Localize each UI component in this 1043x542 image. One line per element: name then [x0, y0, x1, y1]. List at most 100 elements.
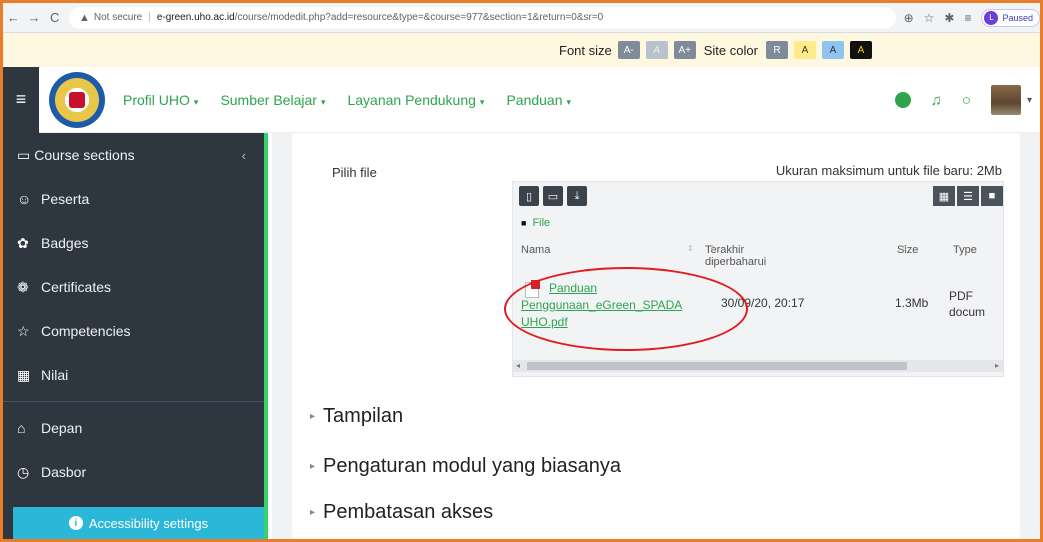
annotation-circle	[504, 267, 748, 351]
section-label: Tampilan	[323, 405, 404, 427]
file-field-label: Pilih file	[332, 165, 377, 180]
reading-list-icon[interactable]: ≡	[964, 11, 971, 25]
zoom-icon[interactable]: ⊕	[904, 11, 914, 25]
sort-icon: ⇕	[709, 244, 716, 253]
accessibility-icon: i	[68, 516, 83, 530]
section-pengaturan-modul[interactable]: ▸ Pengaturan modul yang biasanya	[310, 455, 621, 478]
sidebar-item-badges[interactable]: ✿ Badges	[3, 221, 264, 265]
view-tree-icon[interactable]: ■	[981, 186, 1003, 206]
caret-down-icon: ▾	[320, 96, 326, 107]
accessibility-settings-button[interactable]: i Accessibility settings	[13, 507, 264, 539]
expand-triangle-icon: ▸	[310, 461, 316, 473]
sidebar-item-course-sections[interactable]: ▭ Course sections ‹	[3, 133, 264, 177]
nav-profil-uho[interactable]: Profil UHO ▾	[123, 92, 198, 108]
warning-icon: ▲	[78, 11, 90, 24]
nav-panduan[interactable]: Panduan ▾	[506, 92, 571, 108]
folder-outline-icon: ▭	[17, 146, 31, 163]
certificate-icon: ❁	[17, 278, 29, 295]
sidebar-item-nilai[interactable]: ▦ Nilai	[3, 353, 264, 397]
expand-triangle-icon: ▸	[310, 507, 316, 519]
section-label: Pengaturan modul yang biasanya	[323, 455, 622, 477]
notification-bell-icon[interactable]: ♫	[931, 92, 942, 109]
sidebar-item-competencies[interactable]: ☆ Competencies	[3, 309, 264, 353]
font-increase-button[interactable]: A+	[673, 41, 696, 59]
star-icon: ☆	[17, 322, 30, 339]
file-picker-toolbar: ▯ ▭ ⤓ ▦ ☰ ■	[513, 182, 1003, 212]
url-host: e-green.uho.ac.id	[156, 12, 235, 23]
user-avatar[interactable]	[990, 85, 1021, 115]
max-size-text: Ukuran maksimum untuk file baru: 2Mb	[775, 163, 1002, 178]
back-button[interactable]: ←	[3, 10, 24, 25]
sidebar-item-depan[interactable]: ⌂ Depan	[3, 406, 264, 450]
file-type: PDF docum	[949, 288, 985, 320]
col-label: Nama	[521, 244, 551, 256]
address-separator: |	[148, 12, 151, 23]
sidebar-divider	[3, 401, 264, 402]
security-label: Not secure	[93, 12, 143, 23]
nav-links: Profil UHO ▾ Sumber Belajar ▾ Layanan Pend…	[123, 92, 571, 108]
site-logo[interactable]	[49, 71, 105, 128]
user-menu-caret-icon[interactable]: ▾	[1027, 95, 1032, 106]
sidebar-item-certificates[interactable]: ❁ Certificates	[3, 265, 264, 309]
sidebar-item-label: Badges	[41, 235, 89, 251]
language-globe-icon[interactable]	[894, 92, 911, 108]
accessibility-toolbar: Font size A- A A+ Site color R A A A	[3, 33, 1040, 67]
sidebar-item-label: Peserta	[41, 191, 90, 207]
font-reset-button[interactable]: A	[645, 41, 668, 59]
home-icon: ⌂	[17, 420, 26, 436]
color-reset-button[interactable]: R	[765, 41, 788, 59]
sidebar-item-peserta[interactable]: ☺ Peserta	[3, 177, 264, 221]
sidebar-item-label: Competencies	[41, 323, 131, 339]
section-pembatasan-akses[interactable]: ▸ Pembatasan akses	[310, 501, 493, 524]
file-picker-path: ■ File	[521, 217, 550, 229]
nav-label: Panduan	[506, 91, 563, 108]
path-label[interactable]: File	[532, 217, 550, 229]
accessibility-label: Accessibility settings	[88, 515, 209, 531]
scrollbar-thumb[interactable]	[527, 362, 907, 370]
url-path: /course/modedit.php?add=resource&type=&c…	[234, 12, 604, 23]
reload-button[interactable]: C	[44, 10, 65, 25]
gradebook-icon: ▦	[17, 366, 31, 383]
nav-sumber-belajar[interactable]: Sumber Belajar ▾	[220, 92, 325, 108]
extensions-icon[interactable]: ✱	[944, 11, 954, 25]
forward-button[interactable]: →	[24, 10, 45, 25]
nav-layanan-pendukung[interactable]: Layanan Pendukung ▾	[347, 92, 484, 108]
caret-down-icon: ▾	[479, 96, 485, 107]
nav-label: Profil UHO	[123, 91, 190, 108]
scroll-right-icon[interactable]: ▸	[995, 361, 999, 370]
color-black-button[interactable]: A	[849, 41, 872, 59]
create-folder-icon[interactable]: ▭	[543, 186, 563, 206]
horizontal-scrollbar[interactable]: ◂ ▸	[513, 360, 1003, 372]
main-content: Pilih file Ukuran maksimum untuk file ba…	[272, 133, 1040, 539]
main-navbar: ≡ Profil UHO ▾ Sumber Belajar ▾ Layanan Pe…	[3, 66, 1040, 133]
site-color-label: Site color	[703, 42, 758, 58]
dashboard-icon: ◷	[17, 463, 30, 480]
browser-toolbar: ← → C ▲ Not secure | e-green.uho.ac.id /…	[3, 3, 1040, 33]
address-bar[interactable]: ▲ Not secure | e-green.uho.ac.id /course…	[68, 6, 896, 29]
font-decrease-button[interactable]: A-	[617, 41, 640, 59]
view-icons-icon[interactable]: ▦	[933, 186, 955, 206]
sidebar-item-label: Course sections	[34, 146, 135, 163]
menu-toggle-button[interactable]: ≡	[3, 66, 39, 133]
profile-button[interactable]: L Paused	[981, 8, 1040, 27]
sidebar-item-label: Dasbor	[41, 464, 87, 480]
file-type-line: docum	[949, 305, 986, 319]
profile-status: Paused	[1002, 12, 1034, 23]
scroll-left-icon[interactable]: ◂	[516, 361, 520, 370]
sidebar-item-dasbor[interactable]: ◷ Dasbor	[3, 450, 264, 494]
file-table-header: Nama ⇕ Terakhir diperbaharui ⇕ Size ⇕ Type	[521, 244, 977, 268]
add-file-icon[interactable]: ▯	[519, 186, 539, 206]
bookmark-star-icon[interactable]: ☆	[924, 11, 935, 25]
sidebar-item-label: Depan	[41, 420, 83, 436]
color-blue-button[interactable]: A	[821, 41, 844, 59]
nav-label: Sumber Belajar	[220, 91, 317, 108]
logo-emblem	[69, 91, 85, 108]
sort-icon: ⇕	[901, 244, 908, 253]
profile-avatar: L	[984, 10, 999, 25]
download-icon[interactable]: ⤓	[567, 186, 587, 206]
chevron-left-icon[interactable]: ‹	[242, 148, 246, 163]
messages-icon[interactable]: ○	[962, 92, 971, 109]
color-yellow-button[interactable]: A	[793, 41, 816, 59]
view-list-icon[interactable]: ☰	[957, 186, 979, 206]
section-tampilan[interactable]: ▸ Tampilan	[310, 405, 403, 428]
